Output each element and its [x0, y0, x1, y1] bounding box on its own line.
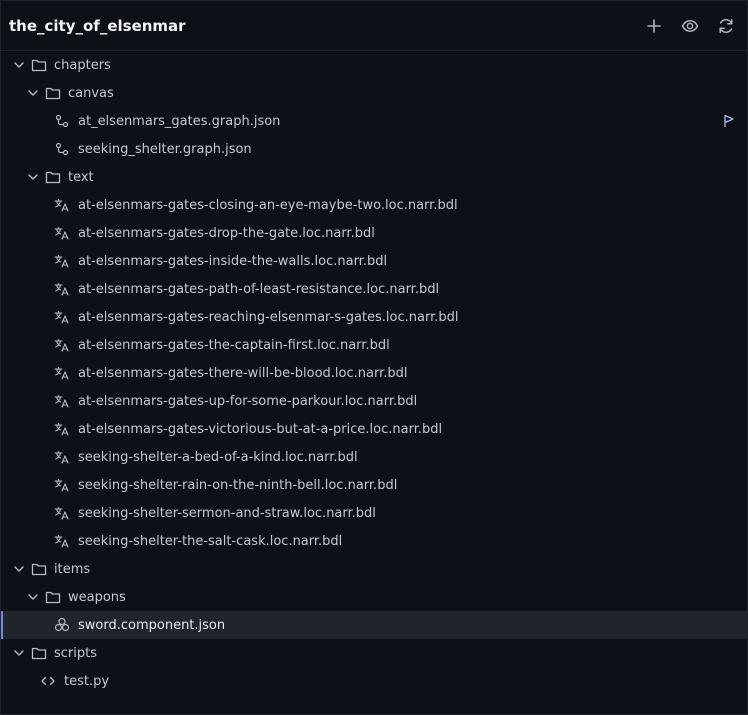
- translate-icon: [53, 281, 71, 297]
- file-row[interactable]: seeking-shelter-the-salt-cask.loc.narr.b…: [1, 527, 747, 555]
- file-row[interactable]: seeking-shelter-sermon-and-straw.loc.nar…: [1, 499, 747, 527]
- graph-file-icon: [53, 113, 71, 129]
- folder-scripts[interactable]: scripts: [1, 639, 747, 667]
- file-row[interactable]: at-elsenmars-gates-victorious-but-at-a-p…: [1, 415, 747, 443]
- file-label: at-elsenmars-gates-path-of-least-resista…: [78, 281, 440, 297]
- file-explorer-panel: the_city_of_elsenmar chapters canvas at_…: [0, 0, 748, 715]
- translate-icon: [53, 477, 71, 493]
- file-label: seeking-shelter-a-bed-of-a-kind.loc.narr…: [78, 449, 358, 465]
- translate-icon: [53, 533, 71, 549]
- file-row[interactable]: seeking-shelter-rain-on-the-ninth-bell.l…: [1, 471, 747, 499]
- file-label: at-elsenmars-gates-the-captain-first.loc…: [78, 337, 390, 353]
- chevron-down-icon[interactable]: [25, 589, 41, 605]
- translate-icon: [53, 393, 71, 409]
- file-label: test.py: [64, 673, 110, 689]
- folder-label: chapters: [54, 57, 111, 73]
- folder-label: text: [68, 169, 94, 185]
- file-label: at-elsenmars-gates-there-will-be-blood.l…: [78, 365, 408, 381]
- translate-icon: [53, 365, 71, 381]
- folder-icon: [30, 561, 48, 577]
- add-icon: [647, 18, 661, 33]
- file-label: seeking-shelter-the-salt-cask.loc.narr.b…: [78, 533, 343, 549]
- folder-canvas[interactable]: canvas: [1, 79, 747, 107]
- file-row[interactable]: at-elsenmars-gates-reaching-elsenmar-s-g…: [1, 303, 747, 331]
- folder-label: items: [54, 561, 91, 577]
- file-row[interactable]: at_elsenmars_gates.graph.json: [1, 107, 747, 135]
- file-row[interactable]: test.py: [1, 667, 747, 695]
- file-label: sword.component.json: [78, 617, 226, 633]
- folder-icon: [44, 589, 62, 605]
- header-actions: [643, 15, 737, 37]
- file-row[interactable]: at-elsenmars-gates-closing-an-eye-maybe-…: [1, 191, 747, 219]
- translate-icon: [53, 309, 71, 325]
- chevron-down-icon[interactable]: [11, 561, 27, 577]
- folder-label: weapons: [68, 589, 126, 605]
- project-title: the_city_of_elsenmar: [9, 16, 186, 35]
- translate-icon: [53, 449, 71, 465]
- file-label: at_elsenmars_gates.graph.json: [78, 113, 281, 129]
- folder-label: canvas: [68, 85, 114, 101]
- flag-icon[interactable]: [721, 113, 737, 129]
- file-label: seeking-shelter-sermon-and-straw.loc.nar…: [78, 505, 376, 521]
- folder-label: scripts: [54, 645, 97, 661]
- folder-icon: [44, 169, 62, 185]
- translate-icon: [53, 421, 71, 437]
- file-label: at-elsenmars-gates-up-for-some-parkour.l…: [78, 393, 418, 409]
- folder-text[interactable]: text: [1, 163, 747, 191]
- chevron-down-icon[interactable]: [11, 57, 27, 73]
- folder-items[interactable]: items: [1, 555, 747, 583]
- file-row[interactable]: at-elsenmars-gates-there-will-be-blood.l…: [1, 359, 747, 387]
- file-label: at-elsenmars-gates-closing-an-eye-maybe-…: [78, 197, 458, 213]
- file-row[interactable]: at-elsenmars-gates-up-for-some-parkour.l…: [1, 387, 747, 415]
- file-label: at-elsenmars-gates-inside-the-walls.loc.…: [78, 253, 388, 269]
- translate-icon: [53, 337, 71, 353]
- file-row[interactable]: seeking-shelter-a-bed-of-a-kind.loc.narr…: [1, 443, 747, 471]
- file-label: at-elsenmars-gates-drop-the-gate.loc.nar…: [78, 225, 375, 241]
- folder-icon: [44, 85, 62, 101]
- chevron-down-icon[interactable]: [25, 85, 41, 101]
- file-row-selected[interactable]: sword.component.json: [1, 611, 747, 639]
- translate-icon: [53, 197, 71, 213]
- file-row[interactable]: at-elsenmars-gates-inside-the-walls.loc.…: [1, 247, 747, 275]
- file-label: seeking_shelter.graph.json: [78, 141, 252, 157]
- translate-icon: [53, 505, 71, 521]
- folder-icon: [30, 57, 48, 73]
- file-row[interactable]: at-elsenmars-gates-path-of-least-resista…: [1, 275, 747, 303]
- file-row[interactable]: at-elsenmars-gates-drop-the-gate.loc.nar…: [1, 219, 747, 247]
- file-label: at-elsenmars-gates-reaching-elsenmar-s-g…: [78, 309, 459, 325]
- file-label: seeking-shelter-rain-on-the-ninth-bell.l…: [78, 477, 398, 493]
- translate-icon: [53, 225, 71, 241]
- folder-chapters[interactable]: chapters: [1, 51, 747, 79]
- file-tree: chapters canvas at_elsenmars_gates.graph…: [1, 51, 747, 695]
- preview-button[interactable]: [679, 15, 701, 37]
- refresh-icon: [719, 18, 733, 33]
- add-button[interactable]: [643, 15, 665, 37]
- component-icon: [53, 617, 71, 633]
- refresh-button[interactable]: [715, 15, 737, 37]
- file-row[interactable]: at-elsenmars-gates-the-captain-first.loc…: [1, 331, 747, 359]
- eye-icon: [681, 19, 699, 32]
- file-label: at-elsenmars-gates-victorious-but-at-a-p…: [78, 421, 443, 437]
- code-icon: [39, 673, 57, 689]
- folder-weapons[interactable]: weapons: [1, 583, 747, 611]
- graph-file-icon: [53, 141, 71, 157]
- file-row[interactable]: seeking_shelter.graph.json: [1, 135, 747, 163]
- folder-icon: [30, 645, 48, 661]
- explorer-header: the_city_of_elsenmar: [1, 1, 747, 51]
- chevron-down-icon[interactable]: [25, 169, 41, 185]
- chevron-down-icon[interactable]: [11, 645, 27, 661]
- translate-icon: [53, 253, 71, 269]
